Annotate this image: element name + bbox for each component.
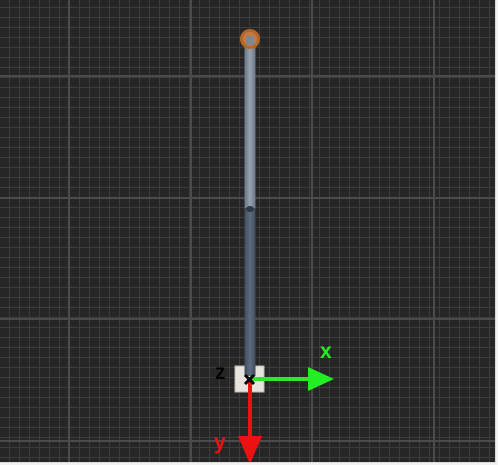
robot-link-lower[interactable] <box>244 208 256 376</box>
y-axis-arrow <box>238 381 262 462</box>
3d-viewport[interactable]: x y z <box>0 0 496 463</box>
robot-link-upper[interactable] <box>244 42 256 210</box>
x-axis-label: x <box>320 340 332 363</box>
robot-scene: x y z <box>214 29 334 462</box>
y-axis-label: y <box>214 431 226 454</box>
joint-marker-icon[interactable] <box>246 206 254 212</box>
z-axis-label: z <box>215 361 226 384</box>
orange-circle-icon[interactable] <box>240 29 260 49</box>
